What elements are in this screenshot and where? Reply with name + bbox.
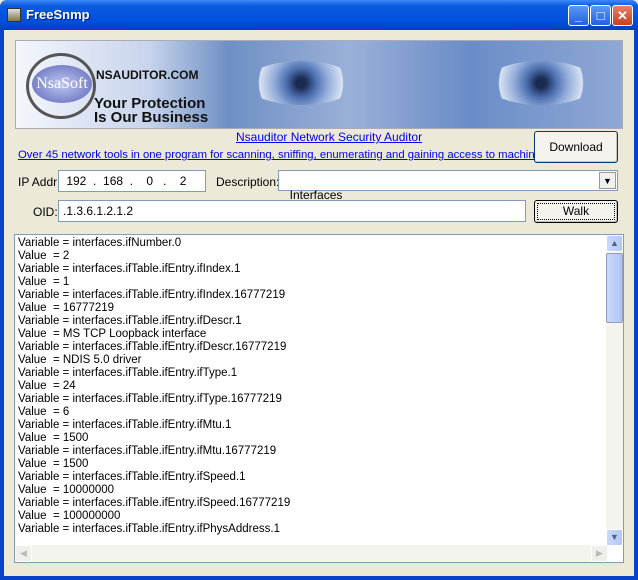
walk-button[interactable]: Walk <box>534 200 618 223</box>
nsauditor-link[interactable]: Nsauditor Network Security Auditor <box>236 130 422 144</box>
ip-address-input[interactable]: 192 . 168 . 0 . 2 <box>58 170 206 192</box>
brand-text: NSAUDITOR.COM <box>96 68 199 82</box>
eye-image-right <box>486 61 596 105</box>
horizontal-scrollbar[interactable]: ◀ ▶ <box>15 545 608 562</box>
output-line: Value = 6 <box>18 406 70 418</box>
output-line: Variable = interfaces.ifTable.ifEntry.if… <box>18 471 246 483</box>
app-icon <box>7 8 21 22</box>
window-title: FreeSnmp <box>26 7 90 22</box>
nsasoft-logo: NsaSoft <box>32 65 92 103</box>
minimize-button[interactable]: _ <box>568 5 589 26</box>
output-lines: Variable = interfaces.ifNumber.0 Value = … <box>18 237 290 536</box>
scroll-right-icon[interactable]: ▶ <box>591 545 608 562</box>
output-line: Value = 1500 <box>18 432 89 444</box>
output-line: Value = 2 <box>18 250 70 262</box>
output-textarea[interactable]: Variable = interfaces.ifNumber.0 Value = … <box>14 234 624 563</box>
slogan: Your Protection Is Our Business <box>94 96 209 126</box>
scroll-thumb[interactable] <box>606 253 623 323</box>
eye-image-left <box>246 61 356 105</box>
oid-label: OID: <box>33 205 58 219</box>
scroll-left-icon[interactable]: ◀ <box>15 545 32 562</box>
vertical-scrollbar[interactable]: ▲ ▼ <box>606 235 623 546</box>
tools-link[interactable]: Over 45 network tools in one program for… <box>18 149 550 161</box>
output-line: Value = 10000000 <box>18 484 115 496</box>
output-line: Variable = interfaces.ifNumber.0 <box>18 237 182 249</box>
output-line: Value = NDIS 5.0 driver <box>18 354 142 366</box>
freesnmp-window: FreeSnmp _ □ ✕ NsaSoft NSAUDITOR.COM You… <box>0 0 638 580</box>
output-line: Variable = interfaces.ifTable.ifEntry.if… <box>18 367 238 379</box>
output-line: Variable = interfaces.ifTable.ifEntry.if… <box>18 445 277 457</box>
chevron-down-icon[interactable]: ▼ <box>599 172 616 189</box>
oid-input[interactable]: .1.3.6.1.2.1.2 <box>58 200 526 222</box>
output-line: Variable = interfaces.ifTable.ifEntry.if… <box>18 289 286 301</box>
slogan-line-2: Is Our Business <box>94 109 209 126</box>
output-line: Variable = interfaces.ifTable.ifEntry.if… <box>18 393 282 405</box>
output-line: Variable = interfaces.ifTable.ifEntry.if… <box>18 315 242 327</box>
walk-label: Walk <box>537 203 615 220</box>
title-bar[interactable]: FreeSnmp _ □ ✕ <box>0 0 638 30</box>
output-line: Value = 1500 <box>18 458 89 470</box>
description-combo[interactable]: Interfaces ▼ <box>278 170 618 202</box>
maximize-button[interactable]: □ <box>590 5 611 26</box>
scroll-up-icon[interactable]: ▲ <box>606 235 623 252</box>
output-line: Variable = interfaces.ifTable.ifEntry.if… <box>18 341 287 353</box>
close-button[interactable]: ✕ <box>612 5 633 26</box>
output-line: Value = 100000000 <box>18 510 121 522</box>
output-line: Value = 16777219 <box>18 302 115 314</box>
output-line: Value = 1 <box>18 276 70 288</box>
output-line: Value = 24 <box>18 380 76 392</box>
download-here-button[interactable]: Download Here <box>534 131 618 184</box>
ip-addr-label: IP Addr: <box>18 175 61 189</box>
output-line: Variable = interfaces.ifTable.ifEntry.if… <box>18 523 280 535</box>
output-line: Variable = interfaces.ifTable.ifEntry.if… <box>18 497 291 509</box>
output-line: Variable = interfaces.ifTable.ifEntry.if… <box>18 263 241 275</box>
description-label: Description: <box>216 175 280 189</box>
output-line: Variable = interfaces.ifTable.ifEntry.if… <box>18 419 232 431</box>
scroll-down-icon[interactable]: ▼ <box>606 529 623 546</box>
output-line: Value = MS TCP Loopback interface <box>18 328 207 340</box>
nsauditor-banner[interactable]: NsaSoft NSAUDITOR.COM Your Protection Is … <box>15 40 623 129</box>
